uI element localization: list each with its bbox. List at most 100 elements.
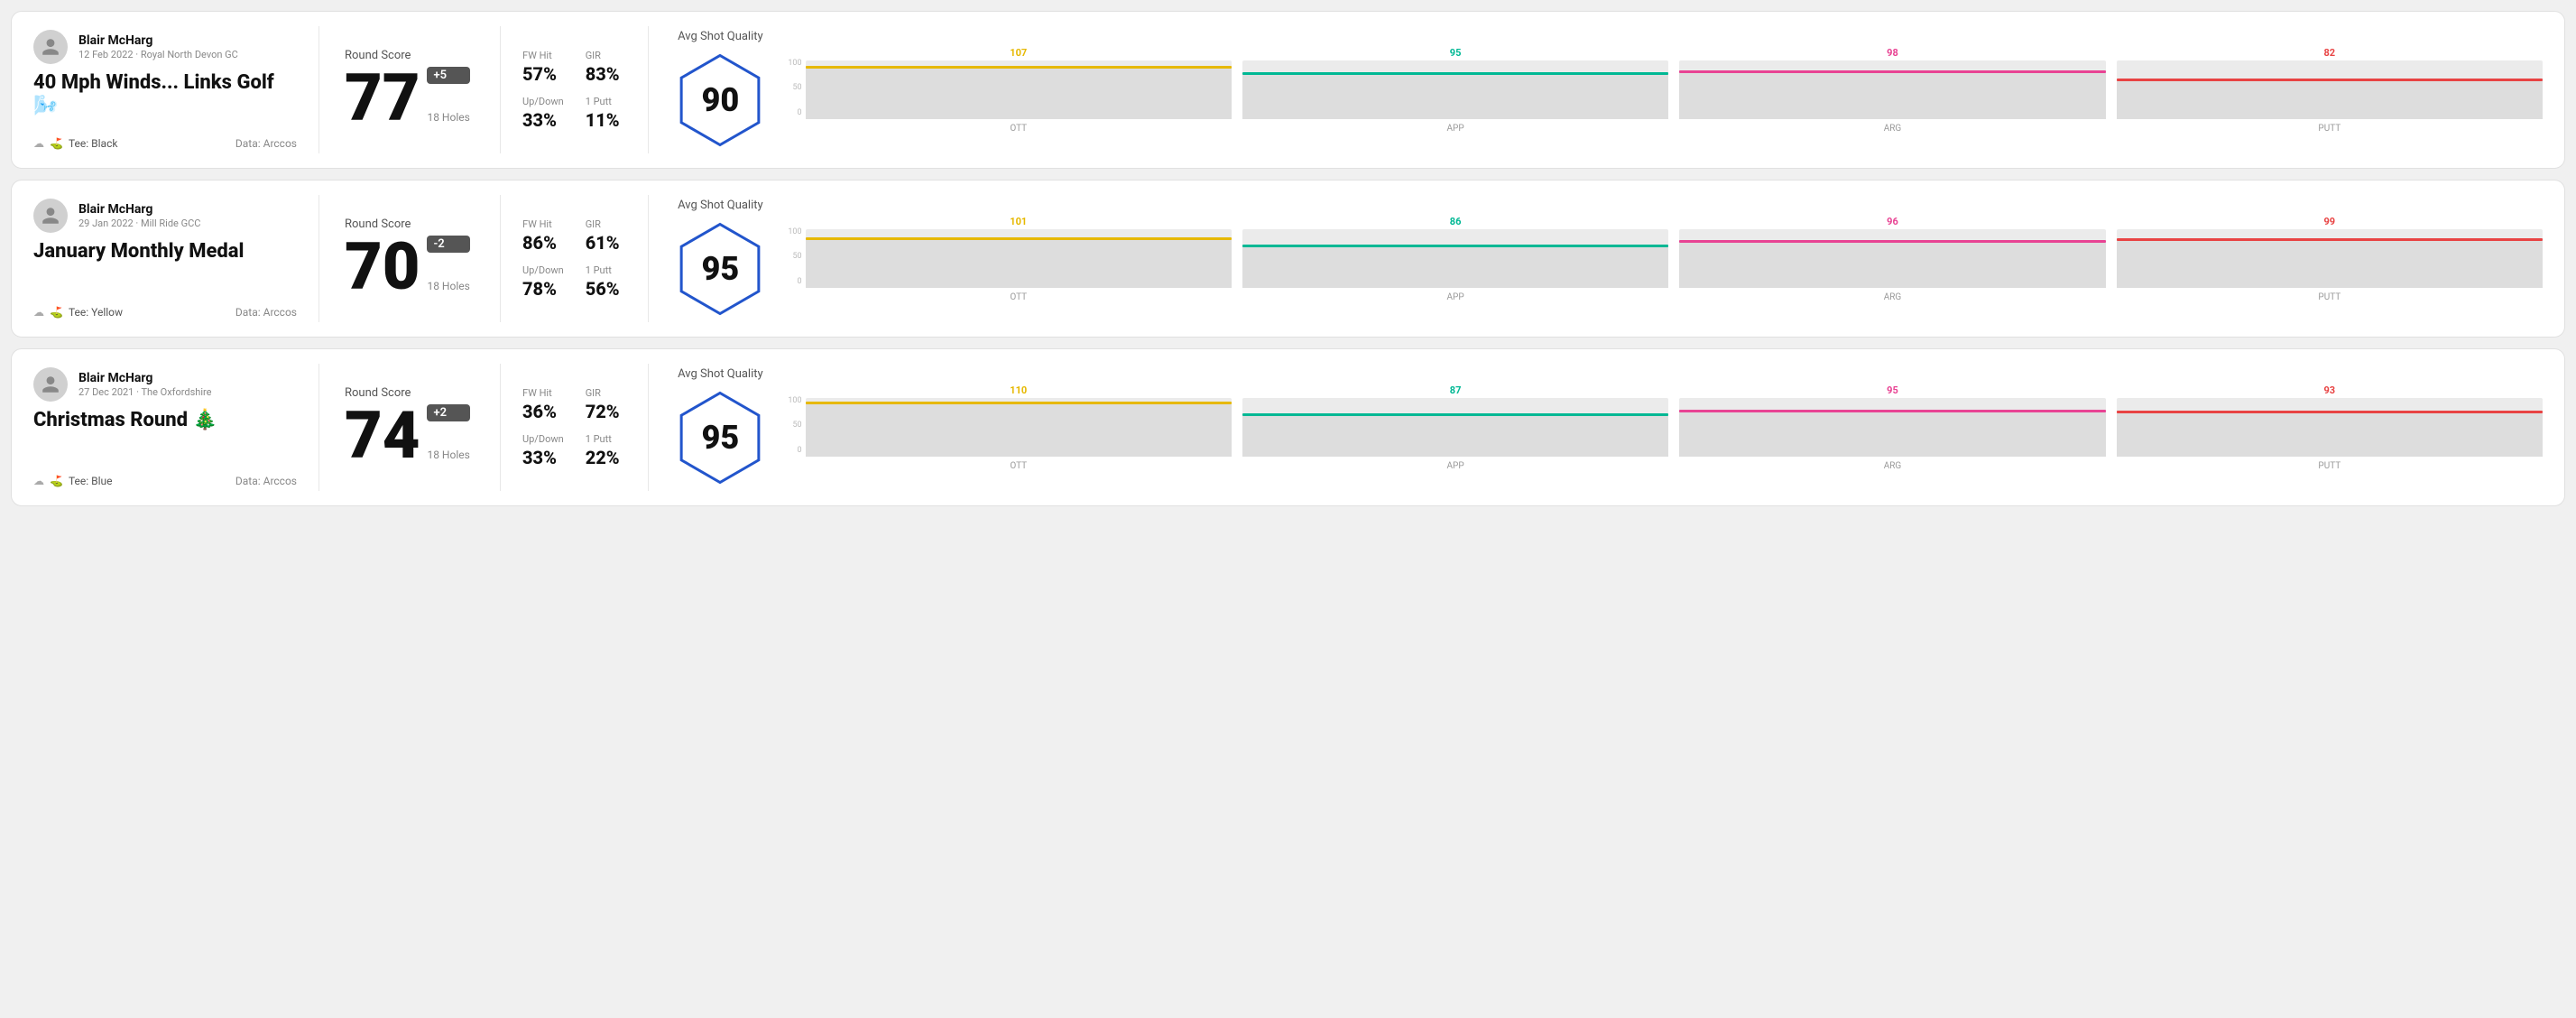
hex-container: 95: [670, 388, 770, 487]
chart-val-arg: 98: [1887, 47, 1898, 59]
data-source: Data: Arccos: [235, 475, 297, 487]
chart-val-ott: 101: [1010, 216, 1027, 227]
stat-fw-hit-label: FW Hit: [522, 218, 564, 230]
card-footer: ☁ ⛳ Tee: Black Data: Arccos: [33, 137, 297, 150]
stat-gir: GIR 61%: [586, 218, 627, 254]
tee-icon: ⛳: [50, 137, 63, 150]
player-header: Blair McHarg 29 Jan 2022 · Mill Ride GCC: [33, 199, 297, 233]
stat-updown: Up/Down 33%: [522, 96, 564, 131]
chart-area: 100 50 0 101 OTT 86 APP: [788, 216, 2543, 302]
stat-gir-value: 61%: [586, 232, 627, 254]
chart-label-arg: ARG: [1884, 292, 1902, 302]
player-date: 29 Jan 2022 · Mill Ride GCC: [78, 217, 200, 229]
stat-fw-hit: FW Hit 86%: [522, 218, 564, 254]
chart-val-putt: 93: [2324, 384, 2336, 396]
card-left: Blair McHarg 29 Jan 2022 · Mill Ride GCC…: [12, 180, 319, 337]
stat-putt1-label: 1 Putt: [586, 264, 627, 276]
chart-val-ott: 110: [1010, 384, 1027, 396]
stats-grid: FW Hit 57% GIR 83% Up/Down 33% 1 Putt 11…: [522, 50, 626, 131]
chart-label-putt: PUTT: [2318, 292, 2341, 302]
stat-gir: GIR 72%: [586, 387, 627, 422]
quality-left: Avg Shot Quality 95: [670, 367, 770, 487]
stat-updown: Up/Down 33%: [522, 433, 564, 468]
chart-label-app: APP: [1447, 292, 1464, 302]
stat-fw-hit: FW Hit 36%: [522, 387, 564, 422]
quality-label: Avg Shot Quality: [678, 30, 763, 43]
chart-section: 100 50 0 110 OTT 87 APP: [788, 384, 2543, 471]
data-source: Data: Arccos: [235, 137, 297, 150]
chart-label-ott: OTT: [1010, 292, 1027, 302]
score-row: 70 -2 18 Holes: [345, 235, 475, 300]
chart-section: 100 50 0 101 OTT 86 APP: [788, 216, 2543, 302]
round-title: Christmas Round 🎄: [33, 409, 297, 432]
stat-updown-value: 33%: [522, 109, 564, 131]
score-row: 74 +2 18 Holes: [345, 403, 475, 468]
player-date: 27 Dec 2021 · The Oxfordshire: [78, 386, 211, 398]
hex-container: 90: [670, 51, 770, 150]
tee-icon: ⛳: [50, 475, 63, 487]
data-source: Data: Arccos: [235, 306, 297, 319]
chart-area: 100 50 0 107 OTT 95 APP: [788, 47, 2543, 134]
chart-area: 100 50 0 110 OTT 87 APP: [788, 384, 2543, 471]
stat-fw-hit-value: 86%: [522, 232, 564, 254]
stat-putt1-value: 56%: [586, 278, 627, 300]
stat-gir-label: GIR: [586, 50, 627, 61]
card-quality: Avg Shot Quality 95 100 50 0 101: [649, 180, 2564, 337]
card-stats: FW Hit 86% GIR 61% Up/Down 78% 1 Putt 56…: [501, 180, 648, 337]
tee-label: Tee: Black: [69, 137, 117, 150]
chart-val-ott: 107: [1010, 47, 1027, 59]
stat-fw-hit-label: FW Hit: [522, 50, 564, 61]
player-info: Blair McHarg 27 Dec 2021 · The Oxfordshi…: [78, 371, 211, 398]
round-card: Blair McHarg 29 Jan 2022 · Mill Ride GCC…: [11, 180, 2565, 338]
chart-label-putt: PUTT: [2318, 461, 2341, 471]
player-date: 12 Feb 2022 · Royal North Devon GC: [78, 49, 238, 60]
tee-label: Tee: Yellow: [69, 306, 123, 319]
stat-putt1: 1 Putt 56%: [586, 264, 627, 300]
chart-col-ott: 107 OTT: [806, 47, 1232, 134]
holes-label: 18 Holes: [427, 280, 469, 292]
stat-gir-label: GIR: [586, 218, 627, 230]
chart-label-app: APP: [1447, 461, 1464, 471]
stat-updown-label: Up/Down: [522, 433, 564, 445]
chart-label-ott: OTT: [1010, 124, 1027, 134]
stat-putt1-label: 1 Putt: [586, 433, 627, 445]
tee-icon: ⛳: [50, 306, 63, 319]
quality-label: Avg Shot Quality: [678, 199, 763, 212]
player-info: Blair McHarg 29 Jan 2022 · Mill Ride GCC: [78, 202, 200, 229]
card-left: Blair McHarg 12 Feb 2022 · Royal North D…: [12, 12, 319, 168]
score-number: 70: [345, 235, 420, 300]
card-quality: Avg Shot Quality 90 100 50 0 107: [649, 12, 2564, 168]
tee-info: ☁ ⛳ Tee: Black: [33, 137, 117, 150]
chart-col-ott: 101 OTT: [806, 216, 1232, 302]
round-card: Blair McHarg 12 Feb 2022 · Royal North D…: [11, 11, 2565, 169]
chart-col-app: 95 APP: [1242, 47, 1668, 134]
score-badge: -2: [427, 236, 469, 253]
card-stats: FW Hit 57% GIR 83% Up/Down 33% 1 Putt 11…: [501, 12, 648, 168]
chart-val-arg: 96: [1887, 216, 1898, 227]
chart-col-app: 86 APP: [1242, 216, 1668, 302]
card-footer: ☁ ⛳ Tee: Blue Data: Arccos: [33, 475, 297, 487]
holes-label: 18 Holes: [427, 449, 469, 461]
stat-updown-label: Up/Down: [522, 96, 564, 107]
card-score: Round Score 74 +2 18 Holes: [319, 349, 500, 505]
card-footer: ☁ ⛳ Tee: Yellow Data: Arccos: [33, 306, 297, 319]
chart-label-app: APP: [1447, 124, 1464, 134]
chart-val-app: 95: [1450, 47, 1462, 59]
player-header: Blair McHarg 27 Dec 2021 · The Oxfordshi…: [33, 367, 297, 402]
quality-left: Avg Shot Quality 95: [670, 199, 770, 319]
stat-putt1-label: 1 Putt: [586, 96, 627, 107]
stat-fw-hit-label: FW Hit: [522, 387, 564, 399]
tee-label: Tee: Blue: [69, 475, 113, 487]
stat-updown-value: 78%: [522, 278, 564, 300]
round-title: 40 Mph Winds... Links Golf 🌬️: [33, 71, 297, 119]
stat-gir-value: 83%: [586, 63, 627, 85]
tee-info: ☁ ⛳ Tee: Blue: [33, 475, 113, 487]
quality-label: Avg Shot Quality: [678, 367, 763, 381]
player-name: Blair McHarg: [78, 202, 200, 217]
chart-col-ott: 110 OTT: [806, 384, 1232, 471]
hex-score: 90: [702, 81, 740, 119]
chart-label-arg: ARG: [1884, 461, 1902, 471]
stat-putt1-value: 22%: [586, 447, 627, 468]
chart-col-arg: 96 ARG: [1679, 216, 2105, 302]
player-header: Blair McHarg 12 Feb 2022 · Royal North D…: [33, 30, 297, 64]
